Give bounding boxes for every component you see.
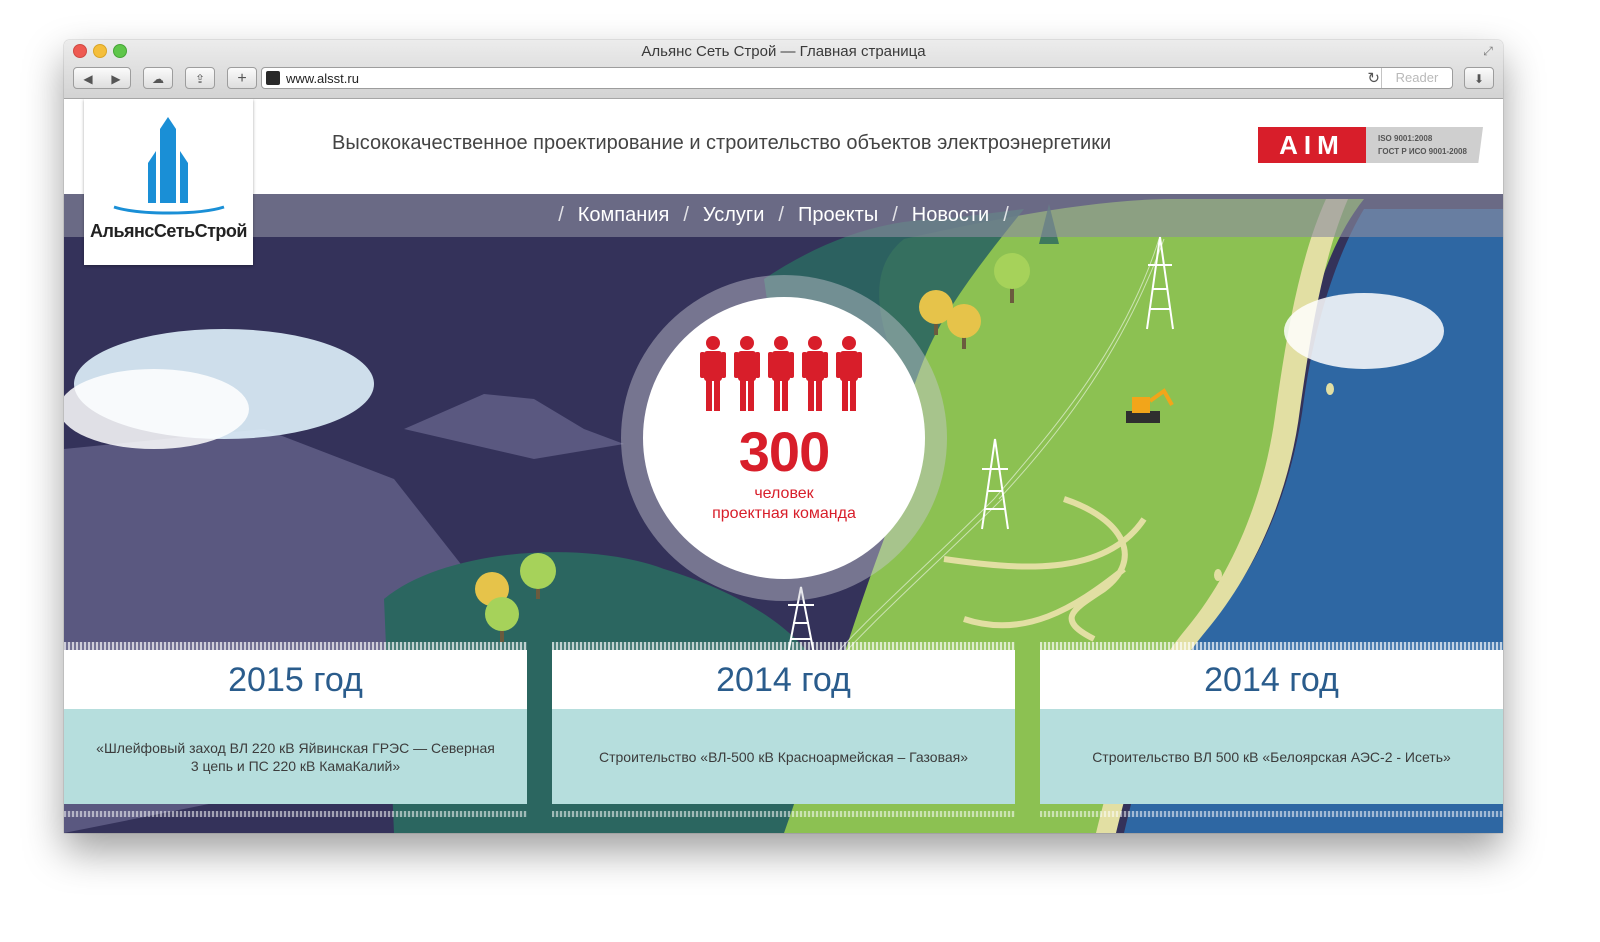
browser-window: Альянс Сеть Строй — Главная страница ⤢ ◀… — [64, 40, 1503, 833]
logo-wordmark: АльянсСетьСтрой — [90, 221, 247, 241]
forward-arrow-icon[interactable]: ▶ — [102, 68, 130, 90]
project-description: Строительство ВЛ 500 кВ «Белоярская АЭС-… — [1040, 709, 1503, 804]
reload-icon[interactable]: ↻ — [1367, 69, 1380, 87]
plus-icon: + — [237, 70, 247, 87]
towers-logo-icon — [113, 117, 225, 215]
window-title: Альянс Сеть Строй — Главная страница — [641, 43, 926, 60]
project-description: «Шлейфовый заход ВЛ 220 кВ Яйвинская ГРЭ… — [64, 709, 527, 804]
team-count-unit: человек — [754, 485, 814, 502]
share-icon: ⇪ — [194, 72, 206, 86]
nav-separator: / — [778, 204, 784, 226]
project-card[interactable]: 2014 год Строительство «ВЛ-500 кВ Красно… — [552, 650, 1015, 804]
project-year: 2014 год — [1040, 650, 1503, 709]
new-tab-button[interactable]: + — [227, 67, 257, 89]
nav-separator: / — [558, 204, 564, 226]
project-year: 2014 год — [552, 650, 1015, 709]
url-text: www.alsst.ru — [286, 71, 359, 86]
main-nav: / Компания / Услуги / Проекты / Новости / — [64, 194, 1503, 237]
nav-item-news[interactable]: Новости — [912, 204, 989, 226]
fullscreen-icon[interactable]: ⤢ — [1481, 44, 1495, 58]
site-logo[interactable]: АльянсСетьСтрой — [84, 99, 253, 265]
icloud-tabs-button[interactable]: ☁ — [143, 67, 173, 89]
site-favicon-icon — [266, 71, 280, 85]
project-card[interactable]: 2014 год Строительство ВЛ 500 кВ «Белояр… — [1040, 650, 1503, 804]
iso-certificate-badge: AIM ISO 9001:2008 ГОСТ Р ИСО 9001-2008 — [1258, 127, 1483, 163]
project-year: 2015 год — [64, 650, 527, 709]
download-icon: ⬇ — [1473, 72, 1485, 86]
web-page: Высококачественное проектирование и стро… — [64, 99, 1503, 833]
aim-brand: AIM — [1258, 127, 1366, 163]
share-button[interactable]: ⇪ — [185, 67, 215, 89]
address-bar[interactable]: www.alsst.ru ↻ Reader — [261, 67, 1453, 89]
nav-item-company[interactable]: Компания — [578, 204, 670, 226]
nav-separator: / — [1003, 204, 1009, 226]
iso-line-2: ГОСТ Р ИСО 9001-2008 — [1378, 147, 1467, 156]
team-stat-circle: 300 человек проектная команда — [643, 297, 925, 579]
site-tagline: Высококачественное проектирование и стро… — [332, 132, 1112, 154]
cloud-icon: ☁ — [152, 72, 164, 86]
nav-item-projects[interactable]: Проекты — [798, 204, 878, 226]
back-arrow-icon[interactable]: ◀ — [74, 68, 102, 90]
downloads-button[interactable]: ⬇ — [1464, 67, 1494, 89]
reader-button[interactable]: Reader — [1381, 68, 1452, 88]
browser-chrome: Альянс Сеть Строй — Главная страница ⤢ ◀… — [64, 40, 1503, 99]
nav-item-services[interactable]: Услуги — [703, 204, 765, 226]
back-forward-buttons: ◀ ▶ — [73, 67, 131, 89]
site-header: Высококачественное проектирование и стро… — [64, 99, 1503, 194]
project-description: Строительство «ВЛ-500 кВ Красноармейская… — [552, 709, 1015, 804]
team-count: 300 — [738, 420, 830, 483]
project-card[interactable]: 2015 год «Шлейфовый заход ВЛ 220 кВ Яйви… — [64, 650, 527, 804]
team-count-caption: проектная команда — [712, 505, 856, 522]
nav-separator: / — [683, 204, 689, 226]
nav-separator: / — [892, 204, 898, 226]
iso-line-1: ISO 9001:2008 — [1378, 134, 1433, 143]
workers-icon — [700, 336, 862, 411]
